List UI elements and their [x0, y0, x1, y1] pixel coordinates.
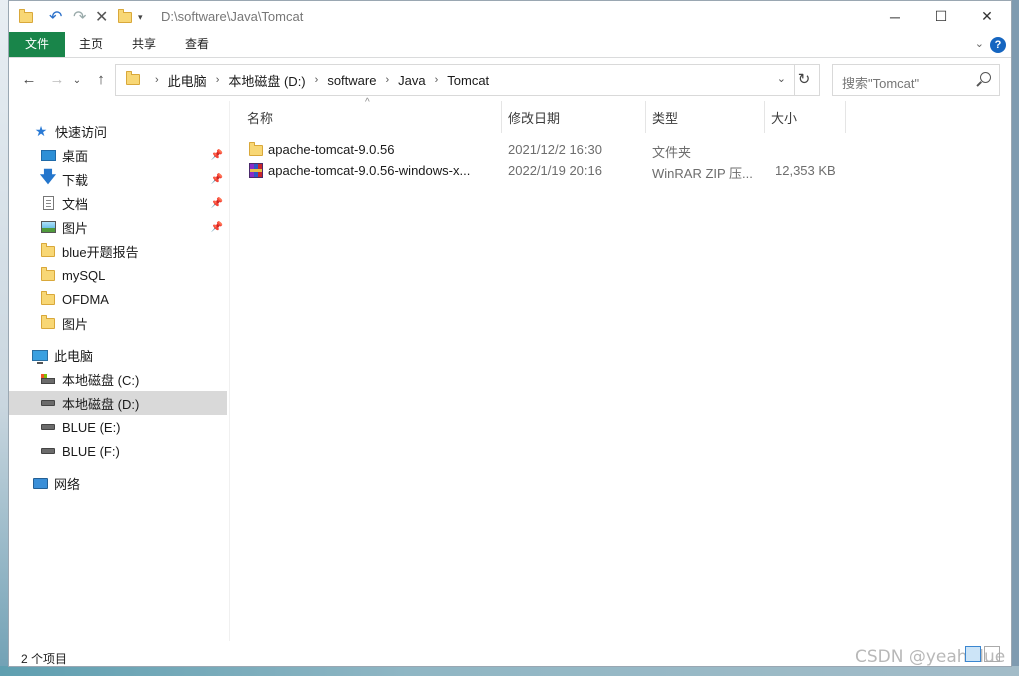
folder-icon	[40, 290, 56, 307]
chevron-right-icon[interactable]: ›	[385, 74, 389, 86]
nav-drive-d[interactable]: 本地磁盘 (D:)	[9, 391, 227, 415]
ribbon-tabs: 文件 主页 共享 查看 ⌄ ?	[9, 32, 1011, 58]
system-drive-icon	[40, 371, 56, 387]
nav-folder-pictures[interactable]: 图片	[9, 311, 227, 335]
search-icon[interactable]	[980, 72, 991, 83]
download-icon: 🡇	[39, 168, 57, 186]
folder-icon	[40, 314, 56, 331]
file-modified: 2022/1/19 20:16	[508, 163, 602, 178]
tab-file[interactable]: 文件	[9, 32, 65, 57]
breadcrumb-java[interactable]: Java	[398, 73, 425, 88]
file-name: apache-tomcat-9.0.56	[268, 142, 395, 157]
address-folder-icon	[126, 70, 140, 88]
nav-folder-mysql[interactable]: mySQL	[9, 263, 227, 287]
forward-button[interactable]: →	[47, 71, 67, 88]
tab-share[interactable]: 共享	[126, 32, 162, 57]
view-switcher	[965, 646, 1000, 662]
folder-icon	[249, 142, 263, 159]
title-bar: ↶ ↷ ✕ ▾ D:\software\Java\Tomcat ─ ☐ ✕	[9, 1, 1011, 32]
drive-icon	[40, 443, 56, 459]
folder-icon	[40, 266, 56, 283]
nav-this-pc[interactable]: 此电脑	[9, 343, 227, 367]
navigation-pane: ★ 快速访问 桌面 📌 🡇 下载 📌 文档 📌 图片 📌 blue开题报告 my…	[9, 104, 227, 644]
title-folder-icon	[19, 8, 33, 26]
nav-folder-blue-report[interactable]: blue开题报告	[9, 239, 227, 263]
nav-drive-c[interactable]: 本地磁盘 (C:)	[9, 367, 227, 391]
nav-network[interactable]: 网络	[9, 471, 227, 495]
network-icon	[32, 475, 48, 491]
breadcrumb-drive-d[interactable]: 本地磁盘 (D:)	[228, 71, 305, 90]
nav-downloads[interactable]: 🡇 下载 📌	[9, 167, 227, 191]
large-icons-view-icon[interactable]	[984, 646, 1000, 662]
redo-icon[interactable]: ↷	[73, 8, 86, 26]
expand-ribbon-icon[interactable]: ⌄	[975, 37, 984, 50]
window-title: D:\software\Java\Tomcat	[161, 9, 304, 24]
close-button[interactable]: ✕	[964, 1, 1010, 32]
maximize-button[interactable]: ☐	[918, 1, 964, 32]
search-box[interactable]: 搜索"Tomcat"	[832, 64, 1000, 96]
nav-documents[interactable]: 文档 📌	[9, 191, 227, 215]
up-button[interactable]: ↑	[91, 71, 111, 88]
details-view-icon[interactable]	[965, 646, 981, 662]
column-header-name[interactable]: 名称	[240, 101, 502, 133]
address-history-dropdown-icon[interactable]: ⌄	[777, 72, 786, 85]
file-type: WinRAR ZIP 压...	[652, 166, 753, 181]
breadcrumb-this-pc[interactable]: 此电脑	[168, 71, 207, 90]
pin-icon[interactable]: 📌	[211, 150, 223, 161]
status-item-count: 2 个项目	[21, 652, 68, 666]
refresh-button[interactable]: ↻	[789, 64, 820, 96]
tab-home[interactable]: 主页	[73, 32, 109, 57]
nav-desktop[interactable]: 桌面 📌	[9, 143, 227, 167]
chevron-right-icon[interactable]: ›	[315, 74, 319, 86]
nav-folder-ofdma[interactable]: OFDMA	[9, 287, 227, 311]
undo-icon[interactable]: ↶	[49, 8, 62, 26]
nav-drive-f[interactable]: BLUE (F:)	[9, 439, 227, 463]
search-input[interactable]: 搜索"Tomcat"	[842, 73, 919, 92]
document-icon	[40, 195, 56, 211]
pictures-icon	[40, 219, 56, 235]
folder-icon	[40, 242, 56, 259]
delete-icon[interactable]: ✕	[95, 8, 108, 26]
nav-quick-access[interactable]: ★ 快速访问	[9, 119, 227, 143]
file-size: 12,353 KB	[775, 163, 836, 178]
file-modified: 2021/12/2 16:30	[508, 142, 602, 157]
pin-icon[interactable]: 📌	[211, 174, 223, 185]
pin-icon[interactable]: 📌	[211, 198, 223, 209]
minimize-button[interactable]: ─	[872, 1, 918, 32]
chevron-right-icon[interactable]: ›	[435, 74, 439, 86]
chevron-right-icon[interactable]: ›	[216, 74, 220, 86]
file-type: 文件夹	[652, 145, 692, 160]
file-row[interactable]: apache-tomcat-9.0.56 2021/12/2 16:30 文件夹	[244, 140, 852, 161]
column-header-modified[interactable]: 修改日期	[501, 101, 646, 133]
column-header-type[interactable]: 类型	[645, 101, 765, 133]
customize-quick-access-icon[interactable]: ▾	[138, 8, 143, 26]
pane-divider[interactable]	[229, 101, 230, 641]
drive-icon	[40, 395, 56, 411]
recent-locations-icon[interactable]: ⌄	[67, 75, 87, 86]
file-row[interactable]: apache-tomcat-9.0.56-windows-x... 2022/1…	[244, 161, 852, 182]
taskbar-edge	[0, 666, 1019, 676]
file-explorer-window: ↶ ↷ ✕ ▾ D:\software\Java\Tomcat ─ ☐ ✕ 文件…	[8, 0, 1012, 667]
file-name: apache-tomcat-9.0.56-windows-x...	[268, 163, 471, 178]
drive-icon	[40, 419, 56, 435]
computer-icon	[32, 347, 48, 364]
breadcrumb-software[interactable]: software	[327, 73, 376, 88]
new-folder-icon[interactable]	[118, 8, 132, 26]
column-header-size[interactable]: 大小	[764, 101, 846, 133]
help-icon[interactable]: ?	[990, 37, 1006, 53]
nav-pictures[interactable]: 图片 📌	[9, 215, 227, 239]
breadcrumb-tomcat[interactable]: Tomcat	[447, 73, 489, 88]
star-icon: ★	[34, 122, 48, 139]
tab-view[interactable]: 查看	[179, 32, 215, 57]
back-button[interactable]: ←	[19, 71, 39, 88]
chevron-right-icon[interactable]: ›	[155, 74, 159, 86]
address-bar[interactable]: › 此电脑 › 本地磁盘 (D:) › software › Java › To…	[115, 64, 795, 96]
pin-icon[interactable]: 📌	[211, 222, 223, 233]
winrar-archive-icon	[249, 163, 263, 178]
nav-drive-e[interactable]: BLUE (E:)	[9, 415, 227, 439]
desktop-icon	[40, 147, 56, 163]
